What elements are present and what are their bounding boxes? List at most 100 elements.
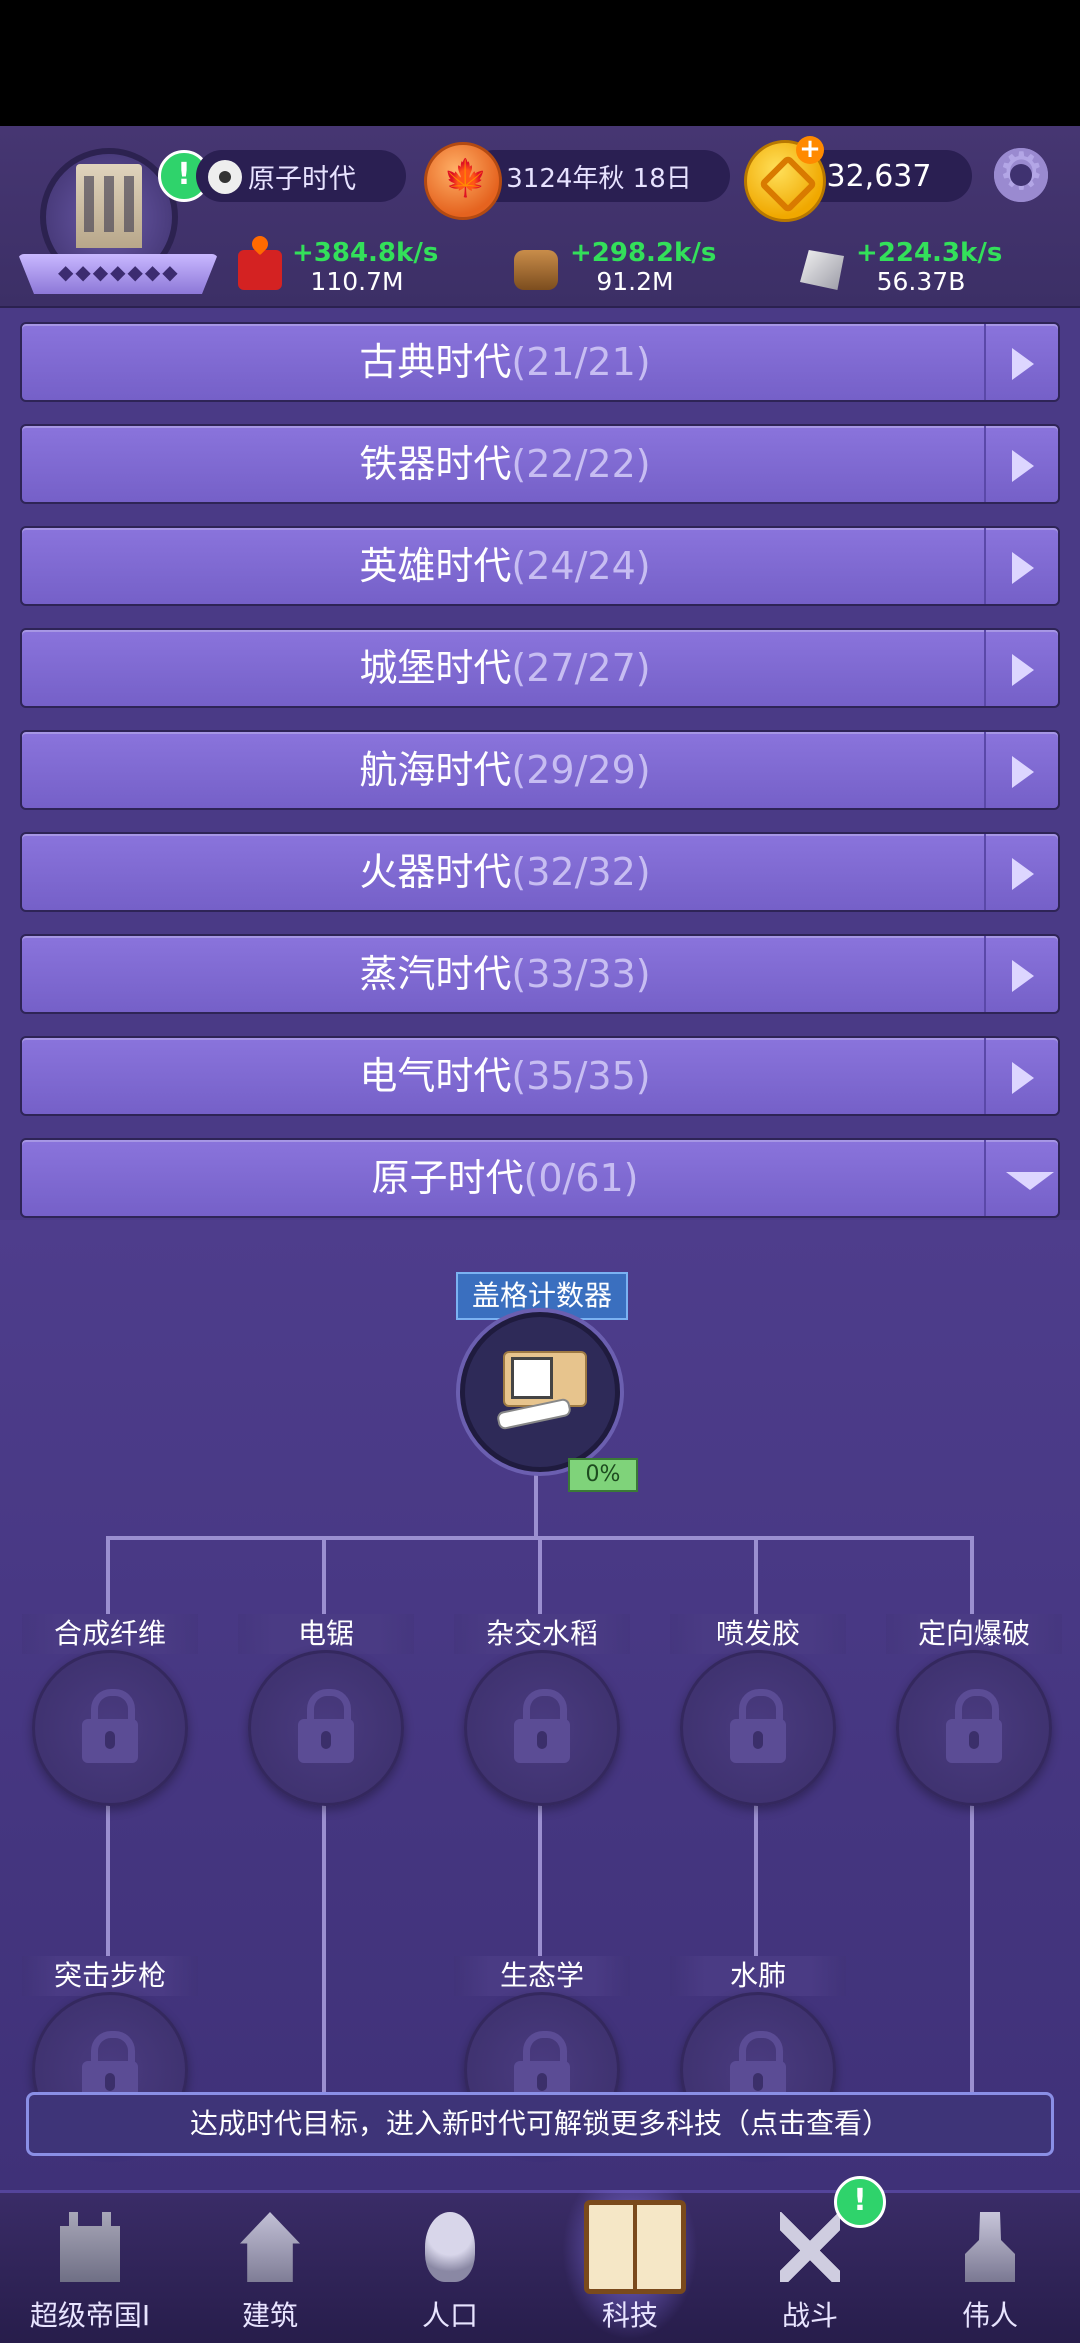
arrow-right-icon [1012,858,1034,890]
era-row-count: (22/22) [511,442,651,486]
era-row-name: 英雄时代 [359,544,512,588]
era-row-heroic[interactable]: 英雄时代(24/24) [20,526,1060,606]
nav-empire[interactable]: 超级帝国I [0,2190,180,2340]
connector-line [754,1536,758,1616]
book-icon [584,2200,686,2294]
era-row-navigation[interactable]: 航海时代(29/29) [20,730,1060,810]
era-row-name: 电气时代 [359,1054,512,1098]
nav-label: 人口 [421,2299,478,2332]
era-row-iron[interactable]: 铁器时代(22/22) [20,424,1060,504]
tech-node-locked[interactable] [464,1650,620,1806]
connector-line [970,1802,974,2092]
settings-gear-icon[interactable] [994,142,1048,202]
nav-great-people[interactable]: 伟人 [900,2190,1080,2340]
lock-icon [514,1689,570,1763]
tech-node-geiger-counter[interactable] [460,1312,620,1472]
era-row-name: 原子时代 [371,1156,524,1200]
era-row-count: (35/35) [511,1054,651,1098]
nav-label: 建筑 [241,2299,298,2332]
tech-label: 杂交水稻 [454,1614,630,1654]
era-row-name: 古典时代 [359,340,512,384]
era-row-count: (32/32) [511,850,651,894]
nav-buildings[interactable]: 建筑 [180,2190,360,2340]
tech-node-locked[interactable] [32,1650,188,1806]
fire-icon [238,250,282,290]
era-row-firearm[interactable]: 火器时代(32/32) [20,832,1060,912]
era-row-count: (0/61) [523,1156,639,1200]
resource-rate: +224.3k/s [856,238,1003,268]
lock-icon [82,1689,138,1763]
era-row-count: (21/21) [511,340,651,384]
great-person-icon [965,2212,1015,2282]
geiger-counter-icon [491,1343,587,1433]
tech-label: 喷发胶 [670,1614,846,1654]
era-row-steam[interactable]: 蒸汽时代(33/33) [20,934,1060,1014]
connector-line [538,1802,542,1958]
arrow-right-icon [1012,960,1034,992]
radiation-icon [208,160,242,194]
tech-label: 电锯 [238,1614,414,1654]
rank-ribbon [18,254,218,294]
era-row-count: (33/33) [511,952,651,996]
era-row-castle[interactable]: 城堡时代(27/27) [20,628,1060,708]
tech-label: 定向爆破 [886,1614,1062,1654]
swords-icon [780,2212,840,2282]
date-pill: 3124年秋 18日 [468,150,730,202]
stone-icon [800,250,844,290]
era-row-atomic[interactable]: 原子时代(0/61) [20,1138,1060,1218]
era-row-name: 航海时代 [359,748,512,792]
connector-line [106,1536,110,1616]
arrow-right-icon [1012,552,1034,584]
connector-line [970,1536,974,1616]
arrow-right-icon [1012,450,1034,482]
wood-icon [514,250,558,290]
era-row-electric[interactable]: 电气时代(35/35) [20,1036,1060,1116]
game-header: ! 原子时代 3124年秋 18日 32,637 + +384.8k/s 110… [0,126,1080,308]
connector-line [322,1536,326,1616]
lock-icon [730,1689,786,1763]
arrow-right-icon [1012,654,1034,686]
add-currency-icon[interactable]: + [796,136,824,164]
tech-progress: 0% [568,1458,638,1492]
resource-rate: +384.8k/s [292,238,439,268]
era-row-count: (27/27) [511,646,651,690]
tech-label: 水肺 [670,1956,846,1996]
connector-line [538,1536,542,1616]
era-row-classical[interactable]: 古典时代(21/21) [20,322,1060,402]
lock-icon [946,1689,1002,1763]
building-icon [76,164,142,248]
tech-label: 合成纤维 [22,1614,198,1654]
arrow-right-icon [1012,756,1034,788]
era-row-name: 铁器时代 [359,442,512,486]
nav-label: 超级帝国I [29,2299,151,2332]
arrow-right-icon [1012,1062,1034,1094]
resource-rate: +298.2k/s [570,238,717,268]
tech-node-locked[interactable] [680,1650,836,1806]
lock-icon [298,1689,354,1763]
era-name: 原子时代 [248,163,356,195]
tech-label: 突击步枪 [22,1956,198,1996]
autumn-leaf-icon [424,142,502,220]
nav-label: 伟人 [961,2299,1018,2332]
nav-label: 战斗 [781,2299,838,2332]
person-icon [425,2212,475,2282]
nav-label: 科技 [601,2299,658,2332]
nav-technology[interactable]: 科技 [540,2190,720,2340]
house-icon [240,2212,300,2282]
resource-wood: +298.2k/s 91.2M [570,238,717,296]
connector-line [534,1462,538,1538]
tech-node-locked[interactable] [248,1650,404,1806]
era-goal-banner[interactable]: 达成时代目标，进入新时代可解锁更多科技（点击查看） [26,2092,1054,2156]
status-bar [0,0,1080,126]
era-row-count: (29/29) [511,748,651,792]
era-row-name: 城堡时代 [359,646,512,690]
resource-food: +384.8k/s 110.7M [292,238,439,296]
arrow-right-icon [1012,348,1034,380]
connector-line [754,1802,758,1958]
gem-count: 32,637 [826,158,932,194]
tech-node-locked[interactable] [896,1650,1052,1806]
nav-population[interactable]: 人口 [360,2190,540,2340]
battle-alert-icon: ! [834,2176,886,2228]
castle-icon [60,2212,120,2282]
tech-label: 生态学 [454,1956,630,1996]
